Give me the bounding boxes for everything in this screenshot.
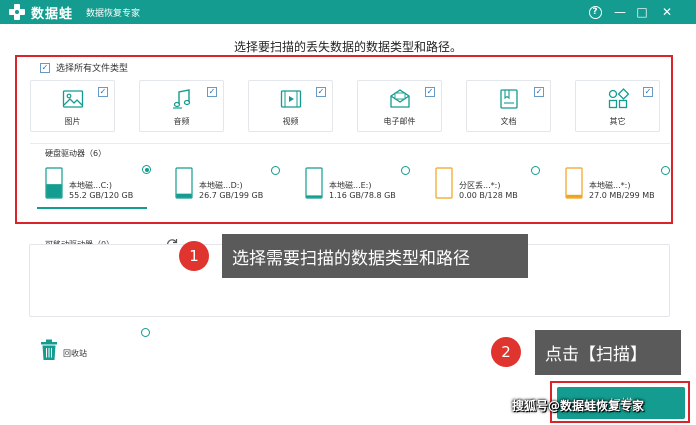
watermark-text: 搜狐号@数据蛙恢复专家 [512, 399, 645, 413]
disk-item-lost-partition[interactable]: 分区丢...*:) 0.00 B/128 MB [433, 167, 543, 205]
recycle-bin-label: 回收站 [63, 349, 87, 358]
disk-usage-fill [176, 193, 192, 198]
filetype-checkbox[interactable]: ✓ [534, 87, 544, 97]
disk-name: 本地磁...*:) [589, 181, 631, 190]
disk-radio-lost-partition[interactable] [531, 166, 540, 175]
filetype-card-image[interactable]: ✓ 图片 [30, 80, 115, 132]
title-bar: 数据蛙 数据恢复专家 ? — □ ✕ [0, 0, 696, 24]
disk-size: 55.2 GB/120 GB [69, 191, 134, 200]
disk-radio-c[interactable] [142, 165, 151, 174]
disk-icon [175, 167, 193, 199]
recycle-bin-radio[interactable] [141, 328, 150, 337]
document-icon [499, 89, 518, 109]
filetype-label: 文档 [500, 117, 517, 126]
video-icon [280, 90, 301, 108]
filetype-checkbox[interactable]: ✓ [207, 87, 217, 97]
app-name: 数据蛙 [31, 7, 74, 22]
disk-icon [305, 167, 323, 199]
minimize-button[interactable]: — [612, 4, 628, 20]
disk-item-c[interactable]: 本地磁...C:) 55.2 GB/120 GB [43, 167, 153, 205]
step-callout-2: 点击【扫描】 [535, 330, 681, 375]
app-subtitle: 数据恢复专家 [86, 9, 141, 19]
filetype-card-document[interactable]: ✓ 文档 [466, 80, 551, 132]
step-badge-2: 2 [491, 337, 521, 367]
disk-name: 本地磁...C:) [69, 181, 113, 190]
disk-name: 分区丢...*:) [459, 181, 501, 190]
disk-icon [565, 167, 583, 199]
trash-icon[interactable] [40, 339, 58, 361]
disk-size: 1.16 GB/78.8 GB [329, 191, 396, 200]
filetype-checkbox[interactable]: ✓ [316, 87, 326, 97]
system-disk-icon [45, 167, 63, 199]
disk-usage-fill [306, 195, 322, 198]
help-icon: ? [588, 5, 602, 19]
disk-size: 27.0 MB/299 MB [589, 191, 655, 200]
other-icon [608, 88, 629, 109]
app-window: 数据蛙 数据恢复专家 ? — □ ✕ 选择要扫描的丢失数据的数据类型和路径。 ✓… [0, 0, 696, 425]
hard-drive-section-label: 硬盘驱动器（6） [45, 149, 107, 158]
step-badge-1: 1 [179, 241, 209, 271]
disk-item-e[interactable]: 本地磁...E:) 1.16 GB/78.8 GB [303, 167, 413, 205]
maximize-button[interactable]: □ [634, 4, 650, 20]
filetype-card-other[interactable]: ✓ 其它 [575, 80, 660, 132]
disk-radio-other[interactable] [661, 166, 670, 175]
email-icon [389, 89, 410, 108]
lost-partition-icon [435, 167, 453, 199]
filetype-label: 图片 [64, 117, 81, 126]
help-button[interactable]: ? [587, 4, 603, 20]
filetype-label: 电子邮件 [383, 117, 416, 126]
filetype-label: 音频 [173, 117, 190, 126]
filetype-card-video[interactable]: ✓ 视频 [248, 80, 333, 132]
disk-size: 0.00 B/128 MB [459, 191, 518, 200]
filetype-card-audio[interactable]: ✓ 音频 [139, 80, 224, 132]
section-divider [30, 143, 670, 144]
filetype-checkbox[interactable]: ✓ [98, 87, 108, 97]
select-all-types[interactable]: ✓ 选择所有文件类型 [40, 61, 128, 74]
image-icon [62, 90, 83, 108]
disk-size: 26.7 GB/199 GB [199, 191, 264, 200]
filetype-label: 其它 [609, 117, 626, 126]
disk-item-other[interactable]: 本地磁...*:) 27.0 MB/299 MB [563, 167, 663, 205]
step-callout-1: 选择需要扫描的数据类型和路径 [222, 234, 528, 278]
disk-usage-fill [566, 194, 582, 198]
filetype-card-email[interactable]: ✓ 电子邮件 [357, 80, 442, 132]
filetype-label: 视频 [282, 117, 299, 126]
selected-disk-indicator [37, 207, 147, 209]
disk-name: 本地磁...E:) [329, 181, 372, 190]
frog-logo-icon [9, 4, 25, 20]
select-all-checkbox[interactable]: ✓ [40, 62, 50, 73]
disk-radio-d[interactable] [271, 166, 280, 175]
close-button[interactable]: ✕ [659, 4, 675, 20]
filetype-checkbox[interactable]: ✓ [425, 87, 435, 97]
filetype-checkbox[interactable]: ✓ [643, 87, 653, 97]
select-all-label: 选择所有文件类型 [56, 64, 129, 74]
disk-usage-fill [46, 184, 62, 198]
disk-item-d[interactable]: 本地磁...D:) 26.7 GB/199 GB [173, 167, 283, 205]
page-headline: 选择要扫描的丢失数据的数据类型和路径。 [233, 40, 462, 54]
disk-radio-e[interactable] [401, 166, 410, 175]
music-icon [172, 89, 190, 109]
disk-name: 本地磁...D:) [199, 181, 243, 190]
